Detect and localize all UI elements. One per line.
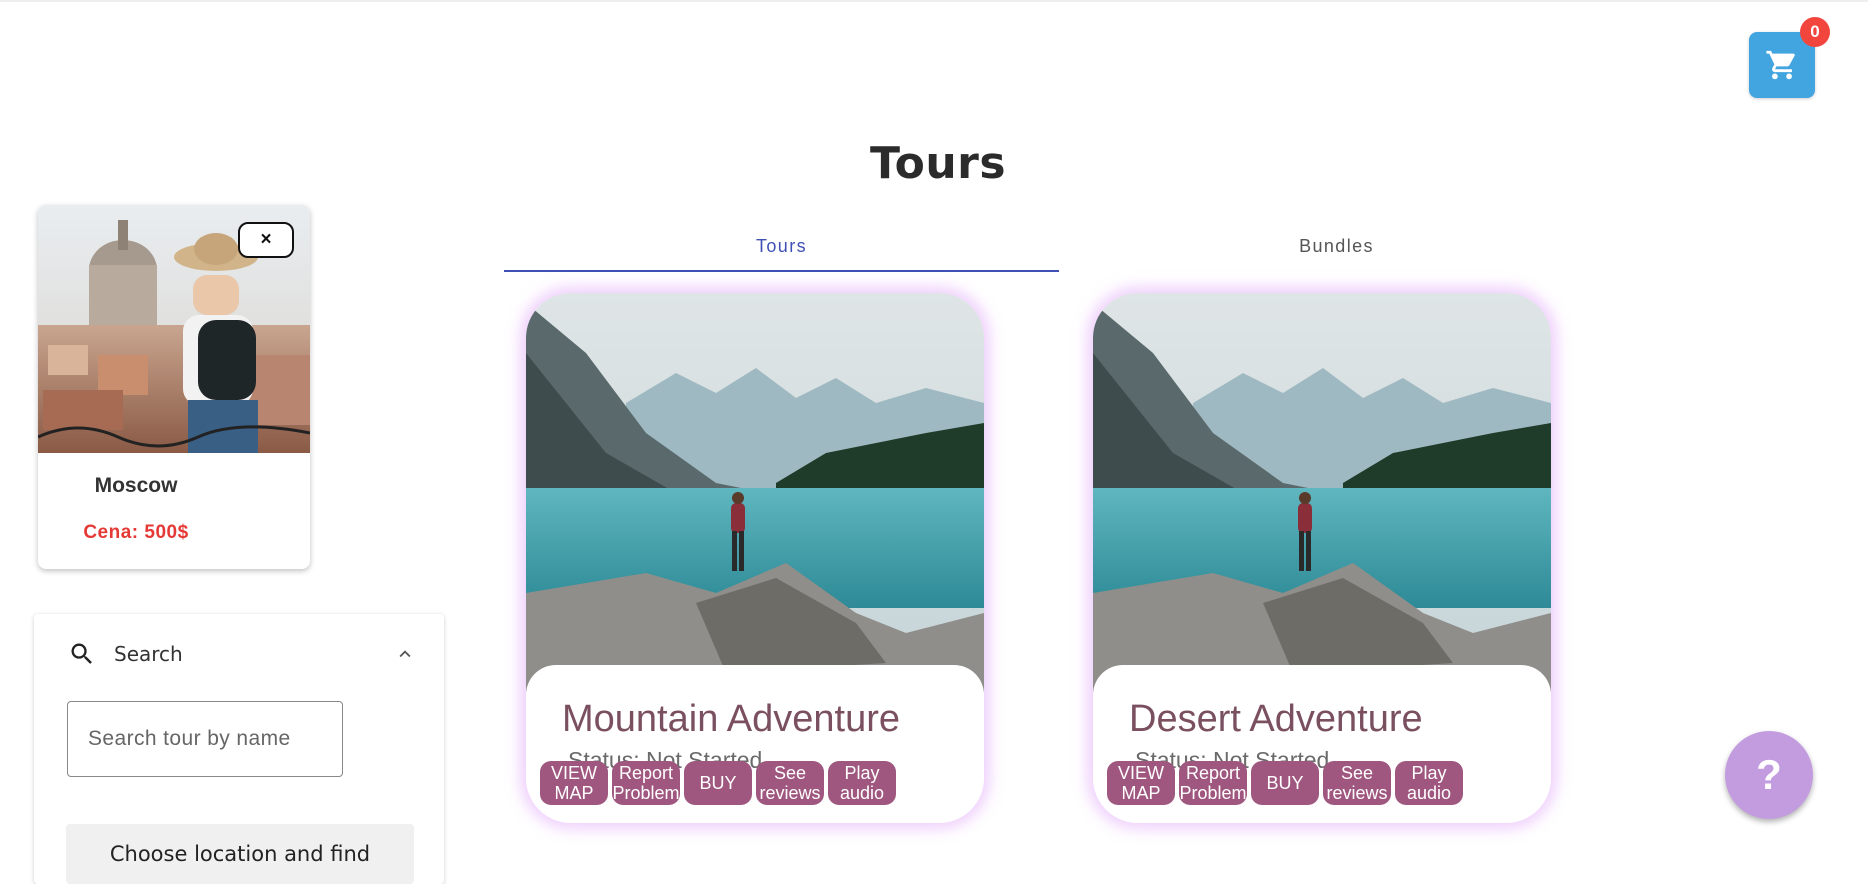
play-audio-button[interactable]: Play audio (828, 761, 896, 805)
search-panel: Search Choose location and find (34, 614, 444, 884)
tab-bar: Tours Bundles (504, 220, 1638, 272)
tour-title: Mountain Adventure (562, 698, 901, 740)
report-problem-button[interactable]: Report Problem (1179, 761, 1247, 805)
see-reviews-button[interactable]: See reviews (1323, 761, 1391, 805)
tour-title: Desert Adventure (1129, 698, 1423, 740)
page-title: Tours (869, 138, 1007, 189)
selected-tour-card: × (38, 205, 310, 569)
selected-tour-name: Moscow (94, 474, 178, 497)
tour-card: Mountain Adventure Status: Not Started V… (526, 293, 984, 823)
selected-tour-price: Cena: 500$ (83, 522, 189, 543)
tour-actions: VIEW MAP Report Problem BUY See reviews … (1107, 761, 1463, 805)
cart-count-badge: 0 (1800, 17, 1830, 47)
view-map-button[interactable]: VIEW MAP (540, 761, 608, 805)
tour-actions: VIEW MAP Report Problem BUY See reviews … (540, 761, 896, 805)
tab-bundles[interactable]: Bundles (1059, 220, 1614, 272)
report-problem-button[interactable]: Report Problem (612, 761, 680, 805)
buy-button[interactable]: BUY (1251, 761, 1319, 805)
search-panel-header[interactable]: Search (34, 634, 444, 674)
top-divider (0, 0, 1868, 2)
tour-photo-lake (1093, 293, 1551, 693)
search-heading: Search (114, 642, 183, 666)
choose-location-button[interactable]: Choose location and find (66, 824, 414, 884)
tab-tours[interactable]: Tours (504, 220, 1059, 272)
search-tour-input[interactable] (67, 701, 343, 777)
see-reviews-button[interactable]: See reviews (756, 761, 824, 805)
chevron-up-icon (399, 650, 411, 658)
buy-button[interactable]: BUY (684, 761, 752, 805)
tour-photo-lake (526, 293, 984, 693)
play-audio-button[interactable]: Play audio (1395, 761, 1463, 805)
help-button[interactable]: ? (1725, 731, 1813, 819)
search-icon (71, 643, 92, 664)
view-map-button[interactable]: VIEW MAP (1107, 761, 1175, 805)
close-button[interactable]: × (238, 222, 294, 258)
tour-card: Desert Adventure Status: Not Started VIE… (1093, 293, 1551, 823)
shopping-cart-icon (1766, 50, 1795, 80)
